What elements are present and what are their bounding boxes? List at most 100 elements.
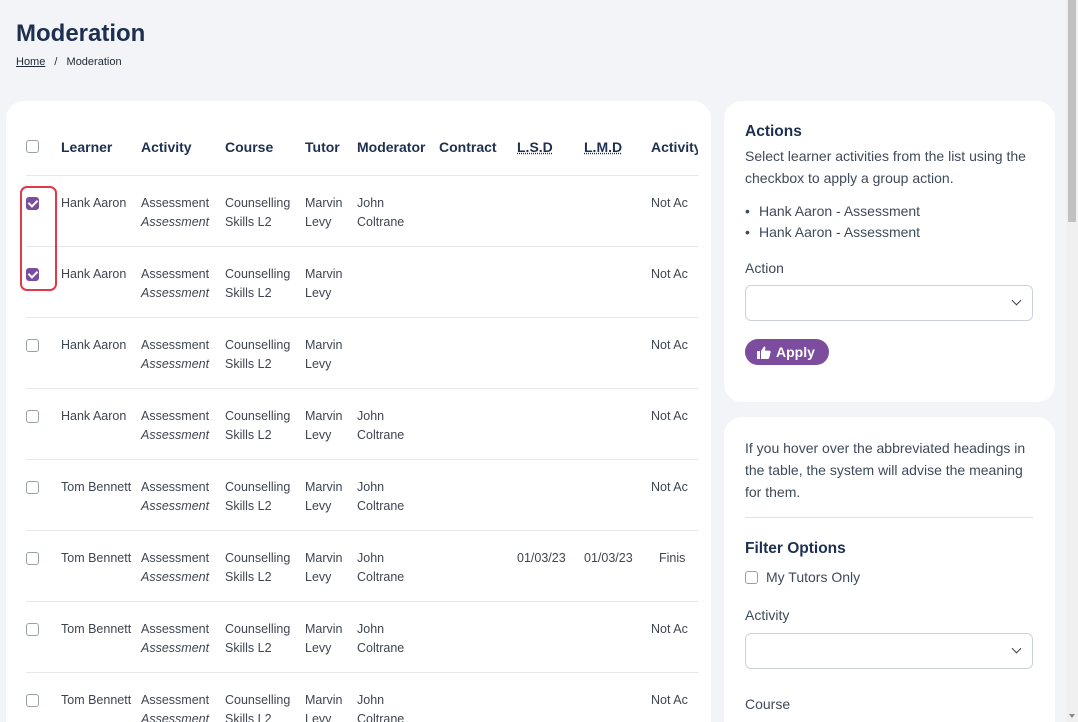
course-name: Counselling Skills L2	[225, 195, 291, 229]
row-select-cell	[26, 245, 61, 317]
learner-name: Hank Aaron	[61, 337, 127, 352]
actions-title: Actions	[745, 123, 802, 140]
row-checkbox[interactable]	[26, 551, 39, 565]
tutor-name: Marvin Levy	[305, 337, 343, 371]
learner-cell: Tom Bennett	[61, 600, 141, 672]
row-checkbox[interactable]	[26, 196, 39, 210]
learner-name: Hank Aaron	[61, 408, 127, 423]
contract-cell	[439, 671, 517, 722]
column-header-activity[interactable]: Activity	[141, 101, 225, 176]
column-header-course[interactable]: Course	[225, 101, 305, 176]
activity-name: Assessment	[141, 195, 210, 210]
moderator-name: John Coltrane	[357, 692, 405, 722]
table-row[interactable]: Hank Aaron Assessment Assessment Counsellin…	[26, 316, 698, 388]
select-all-checkbox[interactable]	[26, 140, 39, 154]
column-header-contract[interactable]: Contract	[439, 101, 517, 176]
activity-status: Not Ac	[651, 266, 688, 281]
learner-cell: Hank Aaron	[61, 316, 141, 388]
column-header-activity-status[interactable]: Activity	[651, 101, 698, 176]
lmd-cell	[584, 316, 651, 388]
lsd-cell	[517, 245, 584, 317]
page-scrollbar[interactable]	[1066, 0, 1078, 722]
apply-button-label: Apply	[776, 344, 815, 360]
learner-cell: Tom Bennett	[61, 671, 141, 722]
table-row[interactable]: Hank Aaron Assessment Assessment Counsellin…	[26, 387, 698, 459]
activity-name: Assessment	[141, 550, 210, 565]
moderator-name: John Coltrane	[357, 408, 405, 442]
table-body: Hank Aaron Assessment Assessment Counsellin…	[26, 174, 698, 722]
action-select[interactable]	[745, 285, 1033, 321]
learner-cell: Hank Aaron	[61, 245, 141, 317]
my-tutors-only-label: My Tutors Only	[766, 569, 861, 585]
breadcrumb: Home / Moderation	[16, 56, 122, 68]
table-row[interactable]: Tom Bennett Assessment Assessment Counselli…	[26, 671, 698, 722]
my-tutors-only-checkbox[interactable]	[745, 570, 758, 584]
abbreviation-hint: If you hover over the abbreviated headin…	[745, 440, 1026, 500]
chevron-down-icon	[1011, 295, 1022, 306]
lsd-cell	[517, 671, 584, 722]
activity-name: Assessment	[141, 692, 210, 707]
column-header-learner[interactable]: Learner	[61, 101, 141, 176]
table-row[interactable]: Tom Bennett Assessment Assessment Counselli…	[26, 529, 698, 601]
activity-status-cell: Not Ac	[651, 671, 698, 722]
selected-activities-list: Hank Aaron - Assessment Hank Aaron - Ass…	[745, 201, 1033, 243]
tutor-cell: Marvin Levy	[305, 316, 357, 388]
breadcrumb-home-link[interactable]: Home	[16, 56, 45, 68]
table-row[interactable]: Hank Aaron Assessment Assessment Counsellin…	[26, 245, 698, 317]
my-tutors-only-toggle[interactable]: My Tutors Only	[745, 569, 1033, 585]
scrollbar-thumb[interactable]	[1068, 0, 1076, 222]
row-checkbox[interactable]	[26, 409, 39, 423]
moderation-table: Learner Activity Course Tutor Moderator …	[26, 101, 698, 722]
column-header-lsd[interactable]: L.S.D	[517, 101, 584, 176]
course-cell: Counselling Skills L2	[225, 387, 305, 459]
lsd-cell: 01/03/23	[517, 529, 584, 601]
tutor-name: Marvin Levy	[305, 621, 343, 655]
activity-type: Assessment	[141, 356, 210, 371]
lsd-cell	[517, 316, 584, 388]
activity-status: Not Ac	[651, 337, 688, 352]
row-select-cell	[26, 316, 61, 388]
table-row[interactable]: Tom Bennett Assessment Assessment Counselli…	[26, 458, 698, 530]
course-filter-label: Course	[745, 696, 791, 712]
course-cell: Counselling Skills L2	[225, 174, 305, 246]
page-title: Moderation	[16, 20, 146, 47]
activity-cell: Assessment Assessment	[141, 316, 225, 388]
activity-type: Assessment	[141, 427, 210, 442]
lsd-cell	[517, 458, 584, 530]
apply-button[interactable]: Apply	[745, 339, 829, 365]
column-header-tutor[interactable]: Tutor	[305, 101, 357, 176]
contract-cell	[439, 458, 517, 530]
contract-cell	[439, 316, 517, 388]
column-header-moderator[interactable]: Moderator	[357, 101, 439, 176]
row-checkbox[interactable]	[26, 622, 39, 636]
row-checkbox[interactable]	[26, 693, 39, 707]
table-row[interactable]: Hank Aaron Assessment Assessment Counsellin…	[26, 174, 698, 246]
activity-name: Assessment	[141, 266, 210, 281]
learner-name: Hank Aaron	[61, 266, 127, 281]
tutor-name: Marvin Levy	[305, 692, 343, 722]
contract-cell	[439, 387, 517, 459]
activity-status: Not Ac	[651, 408, 688, 423]
activity-status-cell: Not Ac	[651, 245, 698, 317]
row-checkbox[interactable]	[26, 338, 39, 352]
column-header-lmd[interactable]: L.M.D	[584, 101, 651, 176]
learner-name: Tom Bennett	[61, 550, 132, 565]
table-row[interactable]: Tom Bennett Assessment Assessment Counselli…	[26, 600, 698, 672]
action-label: Action	[745, 260, 784, 276]
activity-status-cell: Not Ac	[651, 600, 698, 672]
table-scroll-area[interactable]: Learner Activity Course Tutor Moderator …	[26, 101, 698, 722]
activity-status-cell: Not Ac	[651, 387, 698, 459]
row-checkbox[interactable]	[26, 480, 39, 494]
tutor-name: Marvin Levy	[305, 408, 343, 442]
scroll-down-arrow-icon[interactable]	[1069, 714, 1075, 718]
row-checkbox[interactable]	[26, 267, 39, 281]
activity-filter-select[interactable]	[745, 633, 1033, 669]
activity-type: Assessment	[141, 711, 210, 722]
divider	[745, 517, 1033, 518]
activity-cell: Assessment Assessment	[141, 458, 225, 530]
lmd-cell	[584, 387, 651, 459]
lmd-cell	[584, 671, 651, 722]
course-name: Counselling Skills L2	[225, 692, 291, 722]
moderation-table-card: Learner Activity Course Tutor Moderator …	[6, 101, 711, 722]
activity-name: Assessment	[141, 408, 210, 423]
